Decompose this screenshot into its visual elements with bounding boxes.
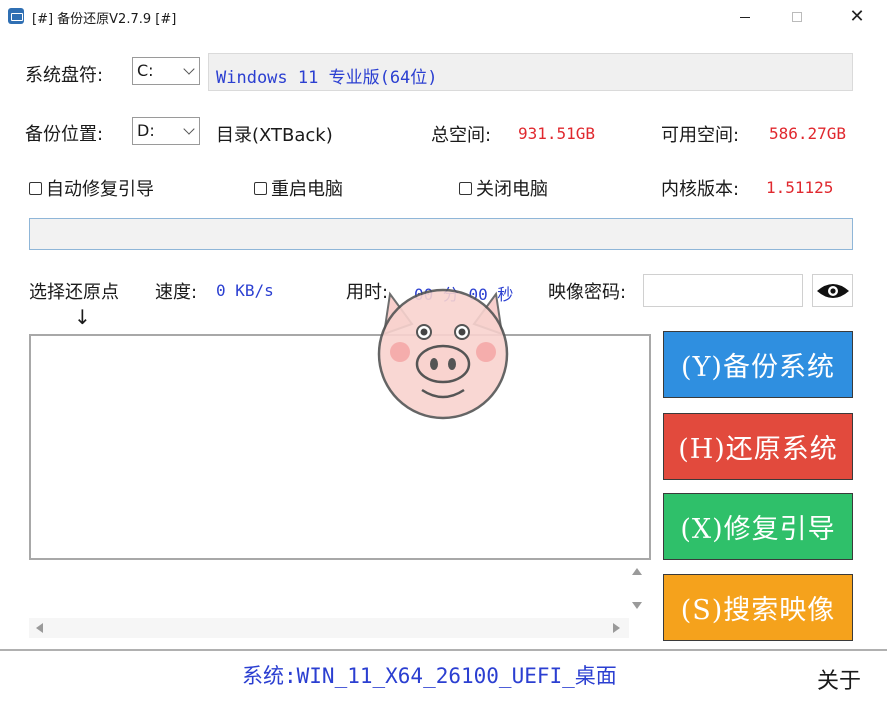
restore-point-list[interactable] [29, 334, 651, 560]
auto-repair-boot-checkbox[interactable]: 自动修复引导 [29, 175, 154, 201]
scroll-down-icon[interactable] [632, 602, 642, 609]
about-link[interactable]: 关于 [817, 663, 861, 695]
total-space-label: 总空间: [431, 125, 492, 146]
restart-pc-label: 重启电脑 [271, 179, 343, 200]
maximize-button[interactable] [774, 0, 820, 34]
restart-pc-checkbox[interactable]: 重启电脑 [254, 175, 343, 201]
os-info-box: Windows 11 专业版(64位) [208, 53, 853, 91]
system-drive-value: C: [137, 61, 154, 80]
restore-point-label: 选择还原点 [29, 282, 119, 303]
os-info-text: Windows 11 专业版(64位) [216, 68, 438, 88]
scroll-left-icon[interactable] [36, 623, 43, 633]
checkbox-box[interactable] [254, 181, 267, 195]
window-title: [#] 备份还原V2.7.9 [#] [32, 12, 177, 27]
progress-bar [29, 218, 853, 250]
elapsed-time-value: 00 分 00 秒 [414, 285, 514, 304]
minimize-button[interactable] [722, 0, 768, 34]
app-icon [8, 8, 24, 24]
checkbox-box[interactable] [459, 181, 472, 195]
speed-value: 0 KB/s [216, 281, 274, 300]
show-password-button[interactable] [812, 274, 853, 307]
maximize-icon [792, 12, 802, 22]
horizontal-scrollbar[interactable] [29, 618, 629, 638]
system-status-text: 系统:WIN_11_X64_26100_UEFI_桌面 [242, 664, 617, 688]
backup-location-label: 备份位置: [25, 124, 104, 145]
minimize-icon [740, 16, 750, 18]
system-drive-label: 系统盘符: [25, 65, 104, 86]
auto-repair-boot-label: 自动修复引导 [46, 179, 154, 200]
kernel-version-value: 1.51125 [766, 178, 834, 197]
chevron-down-icon [183, 123, 195, 135]
close-icon: ✕ [849, 6, 865, 27]
speed-label: 速度: [155, 282, 198, 303]
shutdown-pc-checkbox[interactable]: 关闭电脑 [459, 175, 548, 201]
scroll-right-icon[interactable] [613, 623, 620, 633]
repair-boot-button[interactable]: (X)修复引导 [663, 493, 853, 560]
separator [0, 649, 887, 651]
image-password-input[interactable] [643, 274, 803, 307]
backup-system-button[interactable]: (Y)备份系统 [663, 331, 853, 398]
eye-icon [816, 283, 849, 298]
backup-directory: 目录(XTBack) [216, 125, 333, 146]
close-button[interactable]: ✕ [834, 0, 880, 34]
chevron-down-icon [183, 63, 195, 75]
free-space-value: 586.27GB [769, 124, 847, 143]
backup-drive-select[interactable]: D: [132, 117, 200, 145]
scroll-up-icon[interactable] [632, 568, 642, 575]
free-space-label: 可用空间: [661, 125, 740, 146]
title-bar: [#] 备份还原V2.7.9 [#] ✕ [0, 0, 887, 34]
kernel-version-label: 内核版本: [661, 179, 740, 200]
search-image-button[interactable]: (S)搜索映像 [663, 574, 853, 641]
image-password-label: 映像密码: [548, 282, 627, 303]
backup-drive-value: D: [137, 121, 155, 140]
vertical-scrollbar[interactable] [627, 562, 647, 618]
restore-system-button[interactable]: (H)还原系统 [663, 413, 853, 480]
total-space-value: 931.51GB [518, 124, 596, 143]
down-arrow-icon: ↓ [74, 305, 91, 329]
elapsed-time-label: 用时: [346, 282, 389, 303]
shutdown-pc-label: 关闭电脑 [476, 179, 548, 200]
checkbox-box[interactable] [29, 181, 42, 195]
system-drive-select[interactable]: C: [132, 57, 200, 85]
